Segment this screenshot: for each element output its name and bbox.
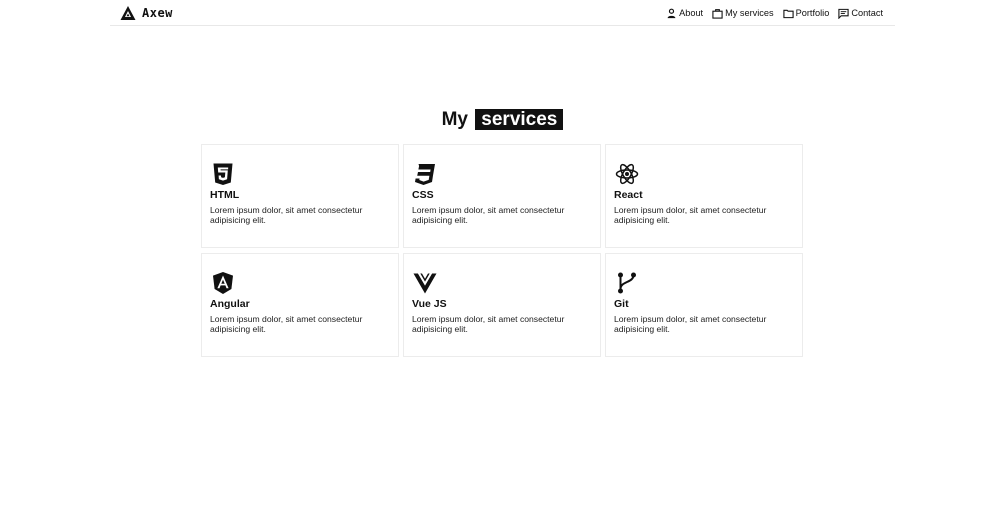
services-grid: HTML Lorem ipsum dolor, sit amet consect…	[201, 144, 804, 357]
folder-icon	[782, 9, 794, 18]
react-icon	[615, 163, 639, 185]
section-title-prefix: My	[441, 109, 469, 130]
nav-portfolio-label: Portfolio	[795, 8, 830, 18]
service-description: Lorem ipsum dolor, sit amet consectetur …	[210, 205, 363, 225]
vue-icon	[413, 273, 437, 294]
service-card-react: React Lorem ipsum dolor, sit amet consec…	[605, 144, 803, 248]
service-title: CSS	[412, 189, 434, 201]
git-branch-icon	[618, 272, 636, 294]
section-title-highlight: services	[475, 109, 564, 130]
service-title: HTML	[210, 189, 240, 201]
nav-contact-label: Contact	[851, 8, 883, 18]
service-title: Git	[614, 298, 629, 310]
nav-services-label: My services	[725, 8, 774, 18]
html5-icon	[213, 163, 233, 185]
angular-icon	[213, 272, 233, 294]
service-card-angular: Angular Lorem ipsum dolor, sit amet cons…	[201, 253, 399, 357]
service-title: Angular	[210, 298, 250, 310]
brand[interactable]: Axew	[120, 5, 173, 21]
brand-name: Axew	[142, 6, 173, 20]
service-description: Lorem ipsum dolor, sit amet consectetur …	[412, 205, 565, 225]
service-title: React	[614, 189, 643, 201]
nav-links: About My services Portfolio Contact	[657, 6, 883, 20]
person-icon	[667, 8, 676, 18]
service-description: Lorem ipsum dolor, sit amet consectetur …	[614, 205, 767, 225]
navbar: Axew About My services Portfolio Contact	[110, 0, 895, 26]
nav-about-link[interactable]: About	[666, 8, 703, 19]
service-card-git: Git Lorem ipsum dolor, sit amet consecte…	[605, 253, 803, 357]
service-card-html: HTML Lorem ipsum dolor, sit amet consect…	[201, 144, 399, 248]
service-description: Lorem ipsum dolor, sit amet consectetur …	[412, 314, 565, 334]
briefcase-icon	[712, 8, 723, 19]
nav-portfolio-link[interactable]: Portfolio	[782, 8, 830, 19]
nav-contact-link[interactable]: Contact	[838, 8, 883, 19]
triangle-logo-icon	[120, 6, 136, 20]
section-title: My services	[0, 108, 1005, 132]
service-title: Vue JS	[412, 298, 447, 310]
service-card-css: CSS Lorem ipsum dolor, sit amet consecte…	[403, 144, 601, 248]
chat-icon	[838, 8, 849, 19]
css3-icon	[415, 164, 435, 185]
service-card-vue: Vue JS Lorem ipsum dolor, sit amet conse…	[403, 253, 601, 357]
service-description: Lorem ipsum dolor, sit amet consectetur …	[210, 314, 363, 334]
service-description: Lorem ipsum dolor, sit amet consectetur …	[614, 314, 767, 334]
nav-services-link[interactable]: My services	[712, 8, 774, 19]
nav-about-label: About	[679, 8, 704, 18]
